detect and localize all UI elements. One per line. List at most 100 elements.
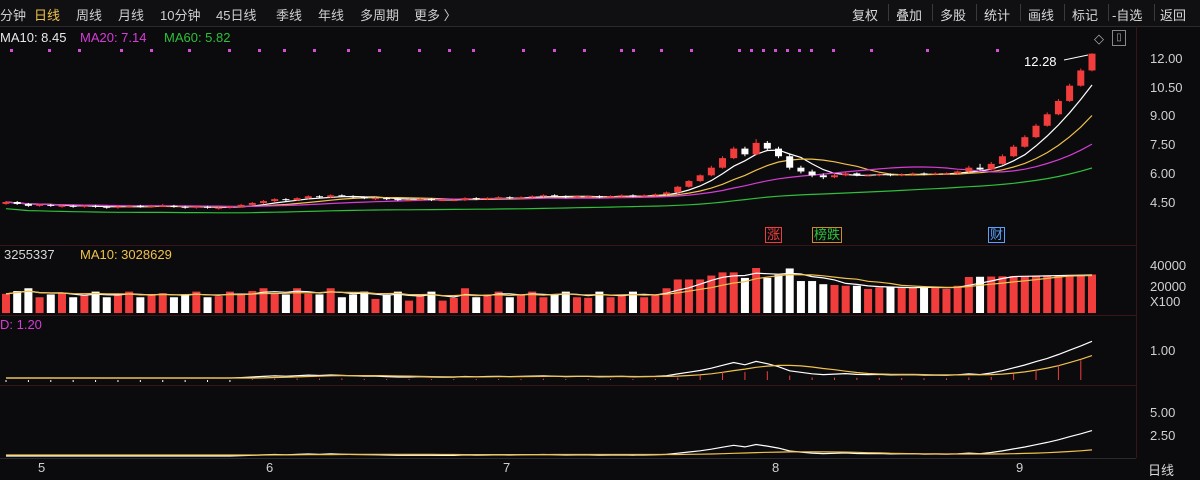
signal-dot	[870, 49, 873, 52]
volume-bar	[875, 287, 884, 313]
volume-value: 3255337	[4, 247, 55, 262]
signal-dot	[188, 49, 191, 52]
candle-body	[987, 163, 995, 170]
kline-chart[interactable]	[0, 0, 1136, 458]
month-label: 5	[38, 460, 46, 475]
volume-bar	[819, 284, 828, 313]
candle-body	[226, 206, 234, 208]
candle-body	[696, 175, 704, 182]
signal-dot	[798, 49, 801, 52]
candle-body	[1066, 85, 1074, 101]
candle-body	[405, 200, 413, 202]
volume-bar	[617, 294, 626, 313]
volume-bar	[371, 298, 380, 313]
candle-body	[629, 195, 637, 197]
candle-body	[573, 196, 581, 198]
signal-dot	[690, 49, 693, 52]
month-label: 6	[266, 460, 274, 475]
finance-tag[interactable]: 财	[988, 227, 1006, 243]
volume-bar	[1065, 274, 1074, 313]
candle-body	[271, 199, 279, 202]
candle-body	[383, 198, 391, 200]
candle-body	[954, 171, 962, 174]
bottom-line-a	[6, 430, 1093, 457]
candle-body	[2, 202, 10, 204]
ma-lines	[5, 54, 1093, 214]
signal-dot	[283, 49, 286, 52]
signal-dot	[832, 49, 835, 52]
volume-bar	[864, 288, 873, 313]
candle-body	[192, 206, 200, 208]
candle-body	[730, 148, 738, 159]
candle-body	[472, 198, 480, 200]
volume-axis-label: 20000	[1150, 279, 1187, 294]
limit-up-tag[interactable]: 涨	[765, 227, 783, 243]
volume-bar	[729, 272, 738, 313]
price-axis-label: 10.50	[1150, 80, 1183, 95]
candle-body	[1088, 53, 1096, 71]
volume-bar	[830, 284, 839, 313]
candle-body	[1010, 146, 1018, 157]
candle-body	[103, 206, 111, 208]
candle-body	[898, 174, 906, 176]
back-button[interactable]: 返回	[1160, 5, 1186, 24]
ranking-tag[interactable]: 榜跌	[812, 227, 843, 243]
volume-bar	[69, 297, 78, 313]
candle-body	[204, 206, 212, 208]
candle-body	[674, 186, 682, 193]
candle-body	[248, 202, 256, 205]
volume-bar	[1043, 275, 1052, 313]
candle-body	[685, 181, 693, 187]
volume-bar	[416, 294, 425, 313]
candle-body	[371, 198, 379, 200]
period-corner-button[interactable]: 日线	[1148, 460, 1174, 479]
volume-bar	[169, 297, 178, 313]
candle-body	[842, 173, 850, 176]
signal-dot	[448, 49, 451, 52]
candle-body	[47, 204, 55, 206]
bottom-axis-label: 2.50	[1150, 428, 1176, 443]
volume-bar	[46, 294, 55, 313]
signal-dot	[120, 49, 123, 52]
volume-bar	[147, 294, 156, 313]
candle-body	[752, 142, 760, 155]
signal-dot	[228, 49, 231, 52]
candle-body	[338, 195, 346, 197]
volume-bar	[405, 300, 414, 313]
candle-body	[170, 205, 178, 207]
volume-bar	[561, 291, 570, 313]
volume-ma5-line	[5, 272, 1093, 298]
signal-dot	[378, 49, 381, 52]
signal-dot	[418, 49, 421, 52]
volume-bar	[539, 297, 548, 313]
volume-bar	[752, 268, 761, 313]
indicator-k-line	[6, 340, 1093, 379]
volume-bar	[203, 297, 212, 313]
volume-unit-label: X100	[1150, 294, 1181, 309]
volume-bar	[181, 294, 190, 313]
volume-bar	[136, 297, 145, 313]
candle-body	[562, 196, 570, 198]
candle-body	[786, 156, 794, 168]
signal-dot	[660, 49, 663, 52]
signal-dot	[313, 49, 316, 52]
candle-body	[304, 196, 312, 199]
volume-bars	[2, 268, 1096, 313]
candle-body	[775, 148, 783, 157]
candle-body	[125, 205, 133, 207]
candle-body	[741, 148, 749, 155]
candle-body	[719, 158, 727, 168]
volume-bar	[606, 297, 615, 313]
volume-bar	[1076, 274, 1085, 313]
candle-body	[998, 156, 1006, 164]
volume-bar	[931, 287, 940, 313]
candle-body	[976, 167, 984, 170]
candle-body	[92, 205, 100, 207]
volume-bar	[651, 294, 660, 313]
volume-ma10-legend: MA10: 3028629	[80, 247, 172, 262]
volume-bar	[640, 297, 649, 313]
candle-body	[853, 173, 861, 176]
volume-bar	[438, 300, 447, 313]
candle-body	[886, 174, 894, 176]
volume-bar	[461, 288, 470, 313]
